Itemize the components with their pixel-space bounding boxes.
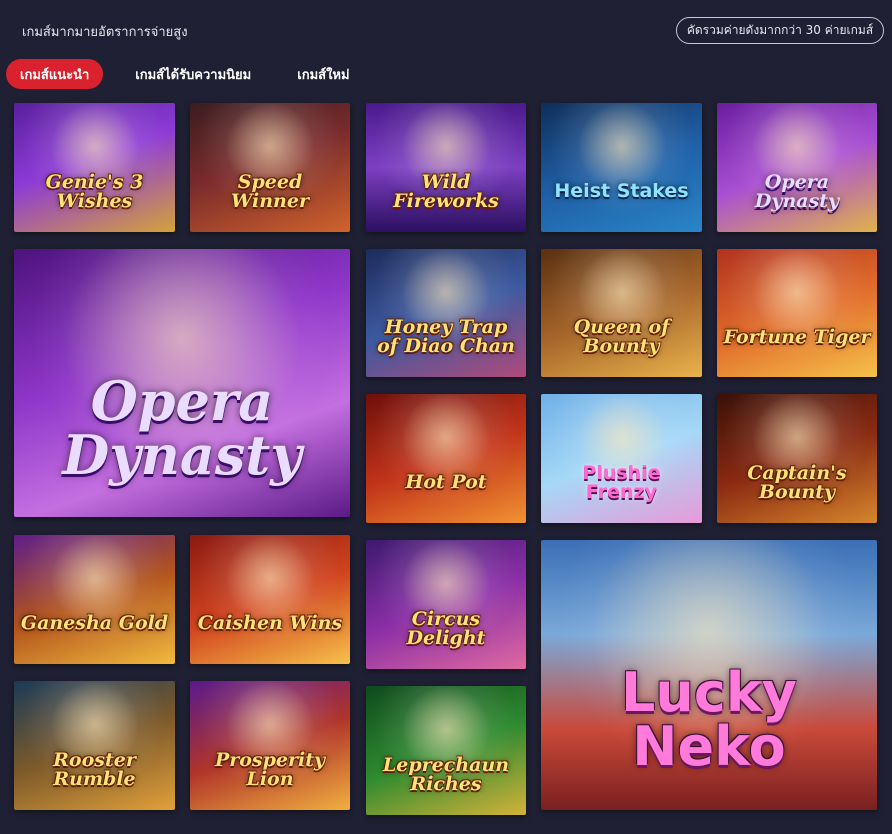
game-tile-genies-3-wishes[interactable]: Genie's 3 Wishes	[14, 103, 175, 232]
game-title: Rooster Rumble	[53, 748, 136, 790]
game-tile-queen-of-bounty[interactable]: Queen of Bounty	[541, 249, 702, 377]
game-title: Lucky Neko	[621, 661, 797, 778]
game-title: Honey Trap of Diao Chan	[377, 316, 515, 357]
game-title: Ganesha Gold	[20, 612, 169, 634]
tile-art	[752, 249, 842, 338]
game-title: Captain's Bounty	[747, 461, 847, 503]
game-tile-prosperity-lion[interactable]: Prosperity Lion	[190, 681, 350, 810]
game-title: Genie's 3 Wishes	[45, 170, 144, 212]
game-tile-caishen-wins[interactable]: Caishen Wins	[190, 535, 350, 664]
game-title: Opera Dynasty	[754, 170, 840, 212]
game-tile-wild-fireworks[interactable]: Wild Fireworks	[366, 103, 526, 232]
game-tile-fortune-tiger[interactable]: Fortune Tiger	[717, 249, 877, 377]
game-tile-hot-pot[interactable]: Hot Pot	[366, 394, 526, 523]
section-title: เกมส์มากมายอัตราการจ่ายสูง	[22, 25, 188, 40]
game-title: Wild Fireworks	[393, 170, 499, 212]
category-tabs: เกมส์แนะนำ เกมส์ได้รับความนิยม เกมส์ใหม่	[6, 59, 382, 89]
game-tile-opera-dynasty-featured[interactable]: Opera Dynasty	[14, 249, 350, 517]
game-tile-plushie-frenzy[interactable]: Plushie Frenzy	[541, 394, 702, 523]
game-title: Queen of Bounty	[573, 316, 670, 357]
game-tile-lucky-neko-featured[interactable]: Lucky Neko	[541, 540, 877, 810]
game-title: Speed Winner	[231, 170, 309, 212]
tab-new[interactable]: เกมส์ใหม่	[283, 59, 363, 89]
tab-recommended[interactable]: เกมส์แนะนำ	[6, 59, 104, 89]
game-tile-rooster-rumble[interactable]: Rooster Rumble	[14, 681, 175, 810]
game-tile-ganesha-gold[interactable]: Ganesha Gold	[14, 535, 175, 664]
provider-filter-button[interactable]: คัดรวมค่ายดังมากกว่า 30 ค่ายเกมส์	[676, 17, 884, 44]
game-tile-speed-winner[interactable]: Speed Winner	[190, 103, 350, 232]
game-title: Opera Dynasty	[62, 369, 302, 487]
game-title: Circus Delight	[406, 607, 486, 649]
tile-art	[576, 103, 667, 192]
game-tile-heist-stakes[interactable]: Heist Stakes	[541, 103, 702, 232]
game-tile-captains-bounty[interactable]: Captain's Bounty	[717, 394, 877, 523]
game-title: Plushie Frenzy	[582, 461, 661, 503]
game-title: Fortune Tiger	[723, 325, 871, 348]
game-title: Leprechaun Riches	[382, 753, 510, 795]
game-tile-circus-delight[interactable]: Circus Delight	[366, 540, 526, 669]
tile-art	[49, 535, 140, 624]
tile-art	[225, 535, 315, 624]
game-tile-diao-chan[interactable]: Honey Trap of Diao Chan	[366, 249, 526, 377]
game-title: Heist Stakes	[554, 180, 689, 202]
game-title: Caishen Wins	[197, 612, 343, 634]
game-title: Prosperity Lion	[214, 748, 326, 790]
game-title: Hot Pot	[405, 471, 487, 493]
tab-popular[interactable]: เกมส์ได้รับความนิยม	[121, 59, 265, 89]
game-tile-opera-dynasty[interactable]: Opera Dynasty	[717, 103, 877, 232]
game-tile-leprechaun-riches[interactable]: Leprechaun Riches	[366, 686, 526, 815]
tile-art	[401, 394, 491, 483]
